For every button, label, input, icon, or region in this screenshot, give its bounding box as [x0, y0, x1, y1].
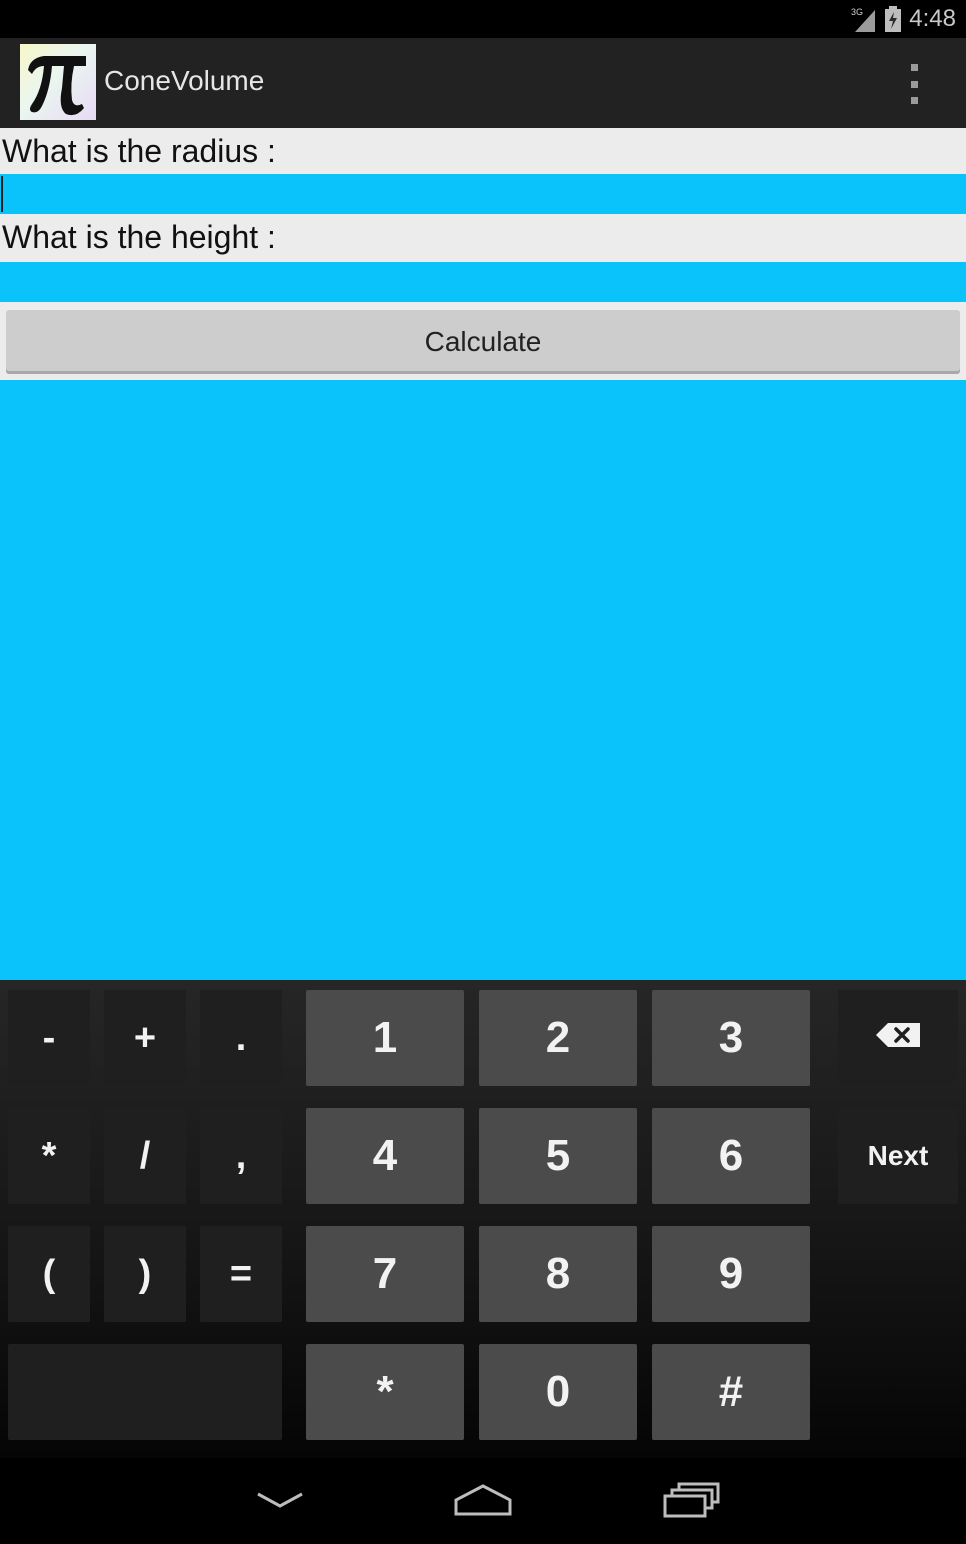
status-time: 4:48	[909, 5, 956, 32]
recents-icon[interactable]	[660, 1478, 720, 1522]
key-3[interactable]: 3	[652, 990, 810, 1086]
key-comma[interactable]: ,	[200, 1108, 282, 1204]
app-title: ConeVolume	[104, 65, 265, 96]
overflow-menu-icon[interactable]	[902, 64, 926, 104]
key-next[interactable]: Next	[838, 1108, 958, 1204]
key-asterisk[interactable]: *	[8, 1108, 90, 1204]
key-period[interactable]: .	[200, 990, 282, 1086]
back-icon[interactable]	[250, 1478, 310, 1522]
status-icons: 3G 4:48	[851, 4, 956, 34]
navigation-bar	[0, 1458, 966, 1544]
key-minus[interactable]: -	[8, 990, 90, 1086]
content-area: What is the radius : What is the height …	[0, 128, 966, 980]
key-star[interactable]: *	[306, 1344, 464, 1440]
key-space[interactable]	[8, 1344, 282, 1440]
numeric-keyboard: - + . * / , ( ) = 1 2 3 4 5 6 7 8 9 * 0 …	[0, 980, 966, 1458]
action-bar: ConeVolume	[0, 38, 966, 130]
backspace-icon	[876, 1022, 920, 1054]
key-7[interactable]: 7	[306, 1226, 464, 1322]
pi-icon[interactable]	[20, 44, 96, 120]
battery-icon	[885, 6, 902, 32]
button-area: Calculate	[0, 302, 966, 380]
calculate-button[interactable]: Calculate	[6, 310, 960, 374]
height-input[interactable]	[0, 262, 966, 302]
key-hash[interactable]: #	[652, 1344, 810, 1440]
key-8[interactable]: 8	[479, 1226, 637, 1322]
key-5[interactable]: 5	[479, 1108, 637, 1204]
key-close-paren[interactable]: )	[104, 1226, 186, 1322]
status-bar: 3G 4:48	[0, 0, 966, 38]
height-label: What is the height :	[0, 214, 966, 262]
key-plus[interactable]: +	[104, 990, 186, 1086]
key-9[interactable]: 9	[652, 1226, 810, 1322]
key-backspace[interactable]	[838, 990, 958, 1086]
signal-icon: 3G	[851, 6, 877, 32]
key-1[interactable]: 1	[306, 990, 464, 1086]
text-caret	[1, 176, 3, 212]
key-0[interactable]: 0	[479, 1344, 637, 1440]
key-2[interactable]: 2	[479, 990, 637, 1086]
radius-input[interactable]	[0, 174, 966, 214]
radius-label: What is the radius :	[0, 128, 966, 174]
home-icon[interactable]	[453, 1478, 513, 1522]
svg-text:3G: 3G	[851, 7, 863, 17]
key-4[interactable]: 4	[306, 1108, 464, 1204]
key-6[interactable]: 6	[652, 1108, 810, 1204]
key-slash[interactable]: /	[104, 1108, 186, 1204]
key-open-paren[interactable]: (	[8, 1226, 90, 1322]
key-equals[interactable]: =	[200, 1226, 282, 1322]
